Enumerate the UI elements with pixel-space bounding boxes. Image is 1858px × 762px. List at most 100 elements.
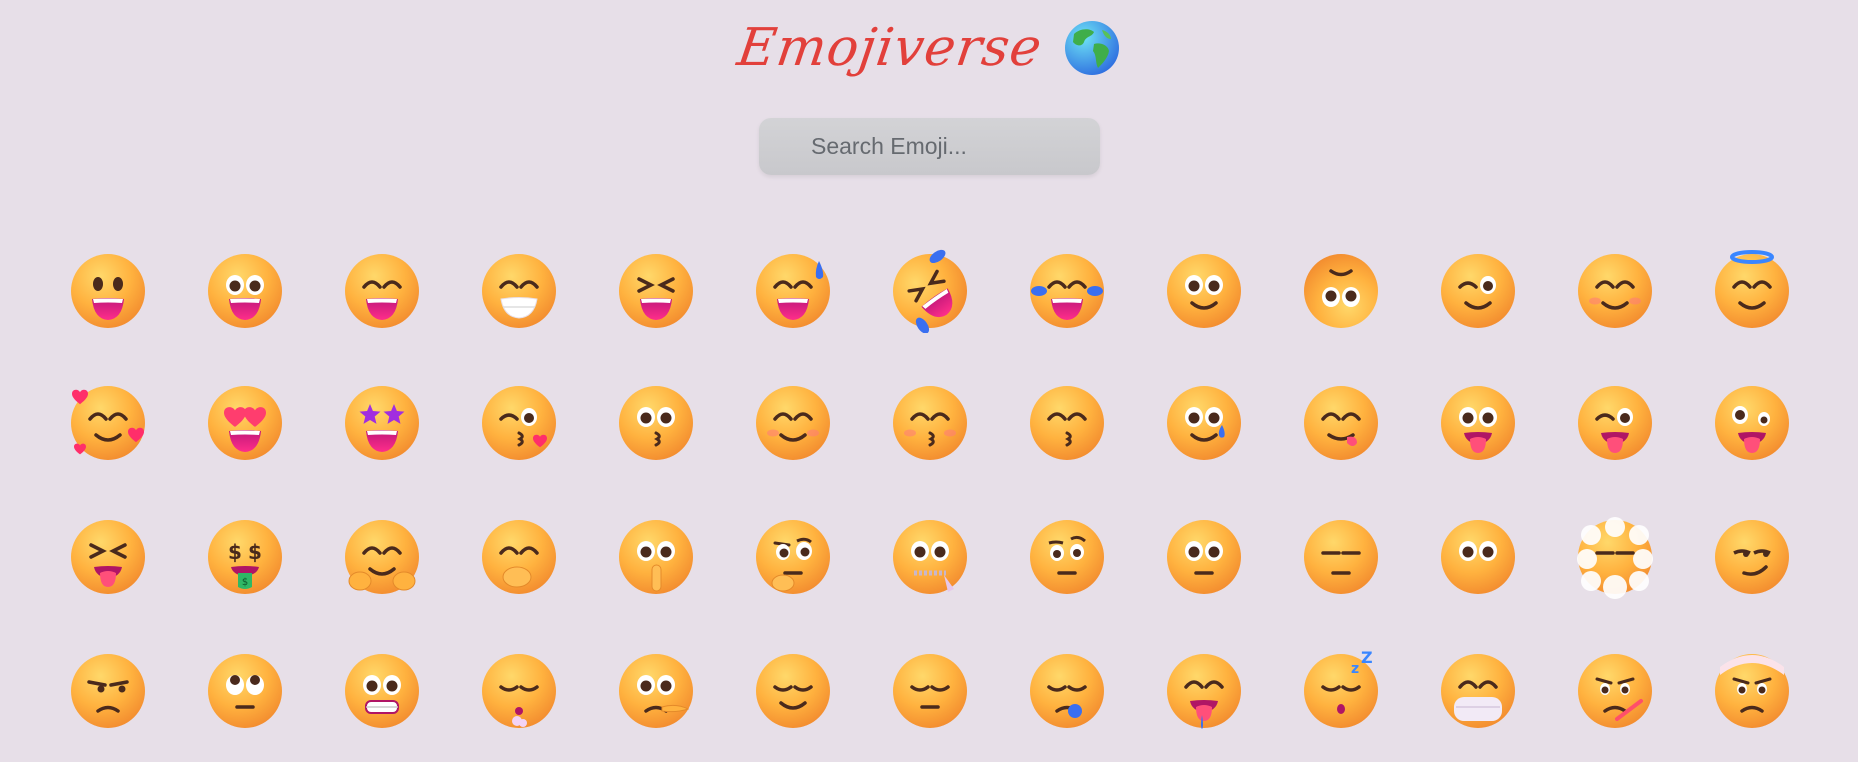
emoji-winking-face-with-tongue[interactable] <box>1573 381 1657 465</box>
emoji-smiling-face-with-heart-eyes[interactable] <box>203 381 287 465</box>
emoji-face-with-thermometer[interactable] <box>1573 649 1657 733</box>
emoji-rolling-on-the-floor-laughing[interactable] <box>888 249 972 333</box>
emoji-relieved-face[interactable] <box>751 649 835 733</box>
relieved-face-icon <box>756 654 830 728</box>
emoji-smiling-face-with-smiling-eyes[interactable] <box>1573 249 1657 333</box>
emoji-face-without-mouth[interactable] <box>1436 515 1520 599</box>
emoji-upside-down-face[interactable] <box>1299 249 1383 333</box>
emoji-smirking-face[interactable] <box>1710 515 1794 599</box>
emoji-grinning-face-with-smiling-eyes[interactable] <box>340 249 424 333</box>
expressionless-face-icon <box>1304 520 1378 594</box>
face-with-rolling-eyes-icon <box>208 654 282 728</box>
money-mouth-face-icon: $ $$ <box>208 520 282 594</box>
emoji-star-struck[interactable] <box>340 381 424 465</box>
unamused-face-icon <box>71 654 145 728</box>
emoji-money-mouth-face[interactable]: $ $ $ <box>203 515 287 599</box>
emoji-thinking-face[interactable] <box>751 515 835 599</box>
svg-text:$: $ <box>228 540 242 564</box>
drooling-face-icon <box>1167 654 1241 729</box>
emoji-shushing-face[interactable] <box>614 515 698 599</box>
svg-text:z: z <box>1351 661 1359 677</box>
upside-down-face-icon <box>1304 254 1378 328</box>
winking-face-with-tongue-icon <box>1578 386 1652 460</box>
emoji-grid: $ $ $ z Z <box>0 0 1858 762</box>
face-with-hand-over-mouth-icon <box>482 520 556 594</box>
emoji-face-with-medical-mask[interactable] <box>1436 649 1520 733</box>
emoji-hugging-face[interactable] <box>340 515 424 599</box>
emoji-drooling-face[interactable] <box>1162 649 1246 733</box>
emoji-unamused-face[interactable] <box>66 649 150 733</box>
zipper-mouth-face-icon <box>893 520 967 594</box>
emoji-grinning-face-with-sweat[interactable] <box>751 249 835 333</box>
neutral-face-icon <box>1167 520 1241 594</box>
emoji-smiling-face[interactable] <box>751 381 835 465</box>
sleeping-face-icon: zZ <box>1304 649 1378 728</box>
emoji-face-with-hand-over-mouth[interactable] <box>477 515 561 599</box>
smiling-face-with-halo-icon <box>1715 250 1789 328</box>
emoji-grinning-squinting-face[interactable] <box>614 249 698 333</box>
face-in-clouds-icon <box>1577 517 1653 599</box>
emoji-slightly-smiling-face[interactable] <box>1162 249 1246 333</box>
shushing-face-icon <box>619 520 693 594</box>
face-blowing-a-kiss-icon <box>482 386 556 460</box>
smiling-face-with-smiling-eyes-icon <box>1578 254 1652 328</box>
emoji-grimacing-face[interactable] <box>340 649 424 733</box>
face-savoring-food-icon <box>1304 386 1378 460</box>
kissing-face-icon <box>619 386 693 460</box>
grinning-face-with-smiling-eyes-icon <box>345 254 419 328</box>
emoji-winking-face[interactable] <box>1436 249 1520 333</box>
emoji-kissing-face-with-smiling-eyes[interactable] <box>1025 381 1109 465</box>
emoji-face-with-tongue[interactable] <box>1436 381 1520 465</box>
emoji-sleepy-face[interactable] <box>1025 649 1109 733</box>
zany-face-icon <box>1715 386 1789 460</box>
emoji-grinning-face[interactable] <box>66 249 150 333</box>
smirking-face-icon <box>1715 520 1789 594</box>
emoji-grinning-face-with-big-eyes[interactable] <box>203 249 287 333</box>
emoji-face-exhaling[interactable] <box>477 649 561 733</box>
smiling-face-with-heart-eyes-icon <box>208 386 282 460</box>
emoji-pensive-face[interactable] <box>888 649 972 733</box>
rolling-on-the-floor-laughing-icon <box>893 249 967 333</box>
svg-text:$: $ <box>242 577 248 588</box>
face-without-mouth-icon <box>1441 520 1515 594</box>
emoji-face-blowing-a-kiss[interactable] <box>477 381 561 465</box>
pensive-face-icon <box>893 654 967 728</box>
emoji-smiling-face-with-tear[interactable] <box>1162 381 1246 465</box>
hugging-face-icon <box>345 520 419 594</box>
emoji-neutral-face[interactable] <box>1162 515 1246 599</box>
emoji-smiling-face-with-halo[interactable] <box>1710 249 1794 333</box>
kissing-face-with-smiling-eyes-icon <box>1030 386 1104 460</box>
emoji-zany-face[interactable] <box>1710 381 1794 465</box>
emoji-face-with-rolling-eyes[interactable] <box>203 649 287 733</box>
emoji-face-in-clouds[interactable] <box>1573 515 1657 599</box>
face-with-raised-eyebrow-icon <box>1030 520 1104 594</box>
emoji-kissing-face-with-closed-eyes[interactable] <box>888 381 972 465</box>
grinning-face-icon <box>71 254 145 328</box>
emoji-face-with-head-bandage[interactable] <box>1710 649 1794 733</box>
winking-face-icon <box>1441 254 1515 328</box>
slightly-smiling-face-icon <box>1167 254 1241 328</box>
emoji-face-with-tears-of-joy[interactable] <box>1025 249 1109 333</box>
emoji-face-savoring-food[interactable] <box>1299 381 1383 465</box>
emoji-kissing-face[interactable] <box>614 381 698 465</box>
svg-text:Z: Z <box>1361 649 1373 667</box>
emoji-face-with-raised-eyebrow[interactable] <box>1025 515 1109 599</box>
emoji-squinting-face-with-tongue[interactable] <box>66 515 150 599</box>
emoji-lying-face[interactable] <box>614 649 698 733</box>
emoji-sleeping-face[interactable]: zZ <box>1299 649 1383 733</box>
lying-face-icon <box>619 654 693 728</box>
star-struck-icon <box>345 386 419 460</box>
kissing-face-with-closed-eyes-icon <box>893 386 967 460</box>
sleepy-face-icon <box>1030 654 1104 728</box>
grinning-face-with-sweat-icon <box>756 254 830 328</box>
emoji-expressionless-face[interactable] <box>1299 515 1383 599</box>
emoji-smiling-face-with-hearts[interactable] <box>66 381 150 465</box>
squinting-face-with-tongue-icon <box>71 520 145 594</box>
face-with-head-bandage-icon <box>1715 654 1789 728</box>
smiling-face-with-hearts-icon <box>71 386 145 460</box>
face-with-medical-mask-icon <box>1441 654 1515 728</box>
face-with-tears-of-joy-icon <box>1030 254 1104 328</box>
emoji-zipper-mouth-face[interactable] <box>888 515 972 599</box>
emoji-beaming-face-with-smiling-eyes[interactable] <box>477 249 561 333</box>
grimacing-face-icon <box>345 654 419 728</box>
